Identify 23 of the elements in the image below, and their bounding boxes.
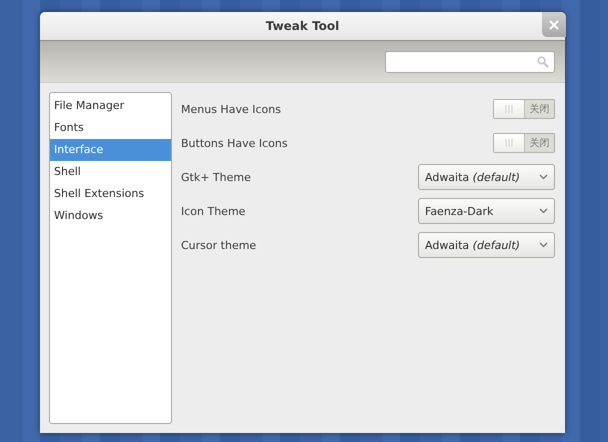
sidebar-item[interactable]: File Manager [50,95,171,117]
dropdown[interactable]: Adwaita (default) [418,164,555,190]
chevron-down-icon [539,174,548,180]
dropdown[interactable]: Faenza-Dark [418,198,555,224]
setting-label: Icon Theme [181,204,246,218]
sidebar-item[interactable]: Fonts [50,117,171,139]
grip-icon [505,139,513,147]
sidebar-item[interactable]: Shell [50,161,171,183]
dropdown[interactable]: Adwaita (default) [418,232,555,258]
grip-icon [505,105,513,113]
setting-label: Buttons Have Icons [181,136,288,150]
chevron-down-icon [539,242,548,248]
sidebar-item[interactable]: Shell Extensions [50,183,171,205]
setting-label: Cursor theme [181,238,256,252]
setting-label: Menus Have Icons [181,102,281,116]
search-icon [537,56,549,68]
window-title: Tweak Tool [40,12,565,41]
chevron-down-icon [539,208,548,214]
close-button[interactable] [542,12,566,37]
setting-label: Gtk+ Theme [181,170,251,184]
sidebar-item[interactable]: Windows [50,205,171,227]
close-icon [549,20,559,30]
search-field[interactable] [385,50,555,72]
